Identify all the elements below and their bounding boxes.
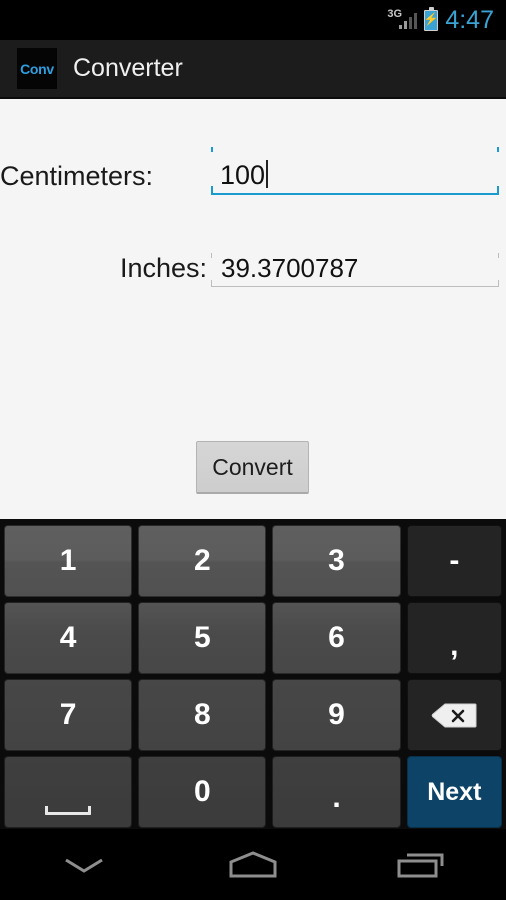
key-5[interactable]: 5 [138, 602, 267, 674]
main-content: Centimeters: 100 Inches: 39.3700787 Conv… [0, 101, 506, 519]
recents-icon[interactable] [337, 829, 506, 900]
keyboard-row-1: 1 2 3 - [4, 525, 503, 597]
status-bar-clock: 4:47 [445, 5, 494, 34]
inches-label: Inches: [119, 253, 207, 283]
key-period[interactable]: . [272, 756, 401, 828]
numeric-keyboard: 1 2 3 - 4 5 6 , 7 8 9 0 . Next [0, 519, 506, 829]
lightning-bolt-glyph: ⚡ [423, 12, 439, 26]
inches-field[interactable]: 39.3700787 [211, 239, 499, 287]
key-4[interactable]: 4 [4, 602, 133, 674]
status-bar-right: 3G ⚡ 4:47 [387, 5, 494, 34]
key-backspace[interactable] [406, 679, 503, 751]
signal-strength-bars [398, 13, 418, 29]
signal-bars-icon: 3G [387, 9, 418, 31]
key-2[interactable]: 2 [138, 525, 267, 597]
page-title: Converter [73, 54, 183, 82]
key-1[interactable]: 1 [4, 525, 133, 597]
key-9[interactable]: 9 [272, 679, 401, 751]
app-logo-icon[interactable]: Conv [17, 48, 57, 89]
home-icon[interactable] [169, 829, 338, 900]
space-bar-icon [45, 806, 92, 815]
centimeters-value-wrap: 100 [211, 156, 499, 191]
key-minus[interactable]: - [406, 525, 503, 597]
keyboard-row-3: 7 8 9 [4, 679, 503, 751]
key-7[interactable]: 7 [4, 679, 133, 751]
key-space[interactable] [4, 756, 133, 828]
text-caret [266, 160, 268, 188]
keyboard-row-2: 4 5 6 , [4, 602, 503, 674]
key-comma[interactable]: , [406, 602, 503, 674]
action-bar: Conv Converter [0, 40, 506, 99]
inches-value-wrap: 39.3700787 [211, 253, 499, 284]
hide-keyboard-icon[interactable] [0, 829, 169, 900]
field-row-inches: Inches: 39.3700787 [0, 239, 506, 287]
status-bar: 3G ⚡ 4:47 [0, 0, 506, 40]
convert-button[interactable]: Convert [196, 441, 309, 494]
key-8[interactable]: 8 [138, 679, 267, 751]
centimeters-label: Centimeters: [0, 161, 154, 191]
phone-screen: 3G ⚡ 4:47 Conv Converter Centimeters: 10… [0, 0, 506, 900]
key-0[interactable]: 0 [138, 756, 267, 828]
keyboard-row-4: 0 . Next [4, 756, 503, 828]
centimeters-input[interactable]: 100 [220, 160, 265, 191]
key-6[interactable]: 6 [272, 602, 401, 674]
backspace-icon [431, 703, 477, 728]
battery-charging-icon: ⚡ [423, 6, 439, 31]
app-logo-label: Conv [20, 60, 54, 77]
key-3[interactable]: 3 [272, 525, 401, 597]
inches-input[interactable]: 39.3700787 [221, 253, 358, 284]
field-row-centimeters: Centimeters: 100 [0, 147, 506, 195]
key-next[interactable]: Next [406, 756, 503, 828]
navigation-bar [0, 829, 506, 900]
centimeters-field[interactable]: 100 [211, 147, 499, 195]
